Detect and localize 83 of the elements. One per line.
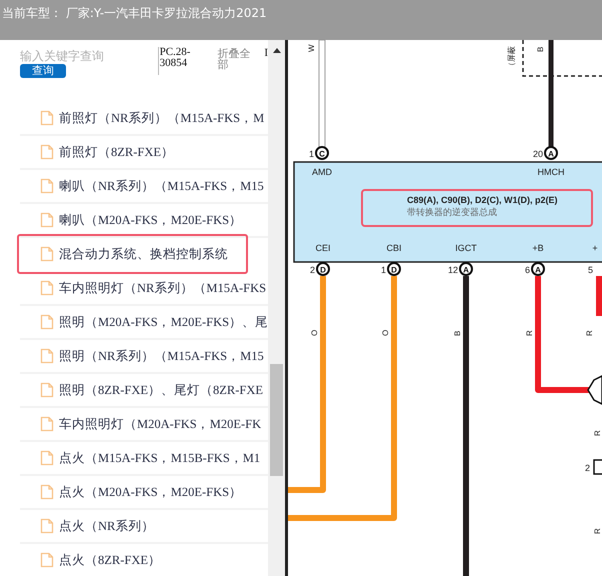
signal-label: CBI xyxy=(386,243,402,253)
pin-connector: A xyxy=(459,262,473,276)
wire-label: O xyxy=(310,330,319,336)
tree-item[interactable]: 点火（8ZR-FXE） xyxy=(20,544,268,576)
item-label: 点火（8ZR-FXE） xyxy=(59,552,161,568)
tree-item[interactable]: 照明（M20A-FKS，M20E-FKS）、尾 xyxy=(20,306,268,338)
file-icon xyxy=(40,280,54,296)
tree-item[interactable]: 喇叭（NR系列）（M15A-FKS，M15 xyxy=(20,170,268,202)
pin-number: 1 xyxy=(308,149,314,159)
scroll-up-icon[interactable] xyxy=(272,48,280,53)
item-label: 喇叭（NR系列）（M15A-FKS，M15 xyxy=(59,178,264,194)
pin-number: 1 xyxy=(380,265,386,275)
file-icon xyxy=(40,212,54,228)
signal-label: CEI xyxy=(316,243,330,253)
pin-number: 2 xyxy=(584,463,590,473)
item-label: 照明（8ZR-FXE）、尾灯（8ZR-FXE xyxy=(59,382,263,398)
tree-item[interactable]: 前照灯（8ZR-FXE） xyxy=(20,136,268,168)
pin-number: 20 xyxy=(532,149,543,159)
signal-label: +B xyxy=(532,243,544,253)
search-button[interactable]: 查询 xyxy=(20,64,66,78)
connector-list: C89(A), C90(B), D2(C), W1(D), p2(E) xyxy=(407,195,558,205)
file-icon xyxy=(40,518,54,534)
file-icon xyxy=(40,348,54,364)
tree-item[interactable]: 混合动力系统、换档控制系统 xyxy=(17,234,248,274)
pin-number: 5 xyxy=(588,265,593,275)
file-icon xyxy=(40,484,54,500)
signal-label: HMCH xyxy=(538,167,564,177)
file-icon xyxy=(40,552,54,568)
item-label: 前照灯（NR系列）（M15A-FKS，M xyxy=(59,110,264,126)
collapse-all-button[interactable]: 折叠全部 xyxy=(217,48,256,70)
pin-number: 2 xyxy=(310,265,315,275)
signal-label: IGCT xyxy=(455,243,477,253)
cut-off-label: I xyxy=(264,48,268,59)
file-icon xyxy=(40,416,54,432)
file-icon xyxy=(40,246,54,262)
pin-number: 12 xyxy=(448,265,458,275)
tree-item[interactable]: 照明（8ZR-FXE）、尾灯（8ZR-FXE xyxy=(20,374,268,406)
scrollbar-thumb[interactable] xyxy=(270,364,283,476)
car-model-title: 当前车型： 厂家:Y-一汽丰田卡罗拉混合动力2021 xyxy=(2,6,267,20)
search-field[interactable]: 输入关键字查询 xyxy=(20,48,150,63)
file-icon xyxy=(40,382,54,398)
shield-label: （屏蔽 xyxy=(507,46,516,70)
item-label: 照明（NR系列）（M15A-FKS，M15 xyxy=(59,348,264,364)
item-label: 点火（NR系列） xyxy=(59,518,154,534)
document-code: PC.28-30854 xyxy=(158,47,206,75)
item-label: 点火（M20A-FKS，M20E-FKS） xyxy=(59,484,242,500)
tree-item[interactable]: 喇叭（M20A-FKS，M20E-FKS） xyxy=(20,204,268,236)
pin-connector: D xyxy=(316,262,330,276)
wire-label: B xyxy=(453,330,462,336)
wire-label: R xyxy=(585,330,594,336)
wire-label: R xyxy=(593,528,602,534)
tree-item[interactable]: 点火（M20A-FKS，M20E-FKS） xyxy=(20,476,268,508)
file-icon xyxy=(40,178,54,194)
file-icon xyxy=(40,110,54,126)
component-name: 带转换器的逆变器总成 xyxy=(407,207,497,217)
pin-number: 6 xyxy=(524,265,530,275)
item-label: 车内照明灯（NR系列）（M15A-FKS xyxy=(59,280,266,296)
tree-item[interactable]: 照明（NR系列）（M15A-FKS，M15 xyxy=(20,340,268,372)
item-label: 照明（M20A-FKS，M20E-FKS）、尾 xyxy=(59,314,268,330)
tree-item[interactable]: 车内照明灯（M20A-FKS，M20E-FK xyxy=(20,408,268,440)
wire-label: O xyxy=(381,330,390,336)
item-label: 混合动力系统、换档控制系统 xyxy=(59,246,228,262)
item-label: 喇叭（M20A-FKS，M20E-FKS） xyxy=(59,212,242,228)
signal-label: + xyxy=(592,243,598,253)
pin-connector: C xyxy=(315,146,329,160)
tree-item[interactable]: 车内照明灯（NR系列）（M15A-FKS xyxy=(20,272,268,304)
signal-label: AMD xyxy=(312,167,332,177)
file-icon xyxy=(40,450,54,466)
pin-connector: A xyxy=(531,262,545,276)
wire-label: W xyxy=(307,44,316,52)
file-icon xyxy=(40,314,54,330)
item-label: 点火（M15A-FKS，M15B-FKS，M1 xyxy=(59,450,260,466)
wire-label: B xyxy=(536,46,545,52)
wire-label: R xyxy=(525,330,534,336)
pin-connector: D xyxy=(387,262,401,276)
item-label: 前照灯（8ZR-FXE） xyxy=(59,144,174,160)
item-label: 车内照明灯（M20A-FKS，M20E-FK xyxy=(59,416,262,432)
tree-item[interactable]: 点火（NR系列） xyxy=(20,510,268,542)
file-icon xyxy=(40,144,54,160)
tree-item[interactable]: 前照灯（NR系列）（M15A-FKS，M xyxy=(20,102,268,134)
pin-connector: A xyxy=(544,146,558,160)
tree-item[interactable]: 点火（M15A-FKS，M15B-FKS，M1 xyxy=(20,442,268,474)
wire-label: R xyxy=(593,430,602,436)
